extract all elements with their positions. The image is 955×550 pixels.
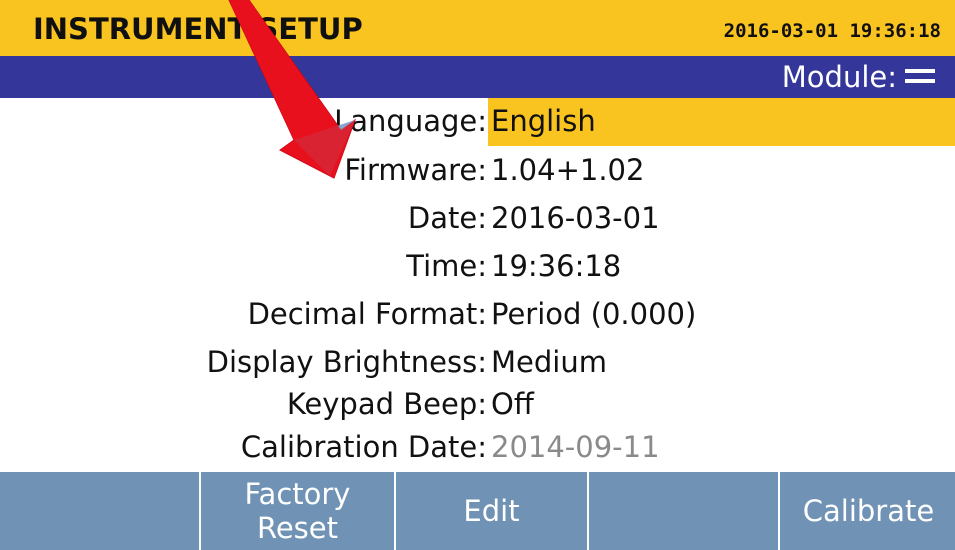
factory-reset-label-line2: Reset [256, 511, 338, 545]
setting-label: Date: [407, 201, 487, 235]
setting-value: Period (0.000) [491, 297, 697, 331]
setting-row-time[interactable]: Time: 19:36:18 [0, 243, 955, 291]
setting-row-keypad-beep[interactable]: Keypad Beep: Off [0, 381, 955, 429]
title-bar: INSTRUMENT SETUP 2016-03-01 19:36:18 [0, 0, 955, 56]
setting-row-display-brightness[interactable]: Display Brightness: Medium [0, 339, 955, 387]
setting-row-calibration-date: Calibration Date: 2014-09-11 [0, 424, 955, 472]
edit-label: Edit [463, 494, 520, 528]
setting-value: 2016-03-01 [491, 201, 660, 235]
setting-label: Time: [406, 249, 487, 283]
setting-label: Language: [334, 104, 487, 138]
setting-row-language[interactable]: Language: English [0, 98, 955, 146]
setting-label: Calibration Date: [240, 430, 487, 464]
module-label: Module: [781, 60, 897, 94]
softkey-1[interactable] [0, 472, 199, 550]
setting-value: English [491, 104, 596, 138]
setting-row-date[interactable]: Date: 2016-03-01 [0, 195, 955, 243]
softkey-bar: Factory Reset Edit Calibrate [0, 472, 955, 550]
factory-reset-label-line1: Factory [244, 477, 351, 511]
factory-reset-button[interactable]: Factory Reset [199, 472, 394, 550]
setting-value: 2014-09-11 [491, 430, 660, 464]
setting-value: 1.04+1.02 [491, 153, 645, 187]
setting-label: Display Brightness: [206, 345, 487, 379]
module-bar: Module: [0, 56, 955, 98]
setting-row-firmware[interactable]: Firmware: 1.04+1.02 [0, 147, 955, 195]
setting-label: Firmware: [344, 153, 487, 187]
hamburger-icon[interactable] [905, 69, 935, 85]
calibrate-label: Calibrate [802, 494, 935, 528]
setting-label: Decimal Format: [247, 297, 487, 331]
setting-value: Medium [491, 345, 607, 379]
status-datetime: 2016-03-01 19:36:18 [723, 20, 941, 42]
calibrate-button[interactable]: Calibrate [778, 472, 955, 550]
setting-value: 19:36:18 [491, 249, 622, 283]
setting-row-decimal-format[interactable]: Decimal Format: Period (0.000) [0, 291, 955, 339]
setting-label: Keypad Beep: [286, 387, 487, 421]
softkey-4[interactable] [587, 472, 778, 550]
setting-value: Off [491, 387, 534, 421]
edit-button[interactable]: Edit [394, 472, 587, 550]
page-title: INSTRUMENT SETUP [33, 12, 363, 46]
